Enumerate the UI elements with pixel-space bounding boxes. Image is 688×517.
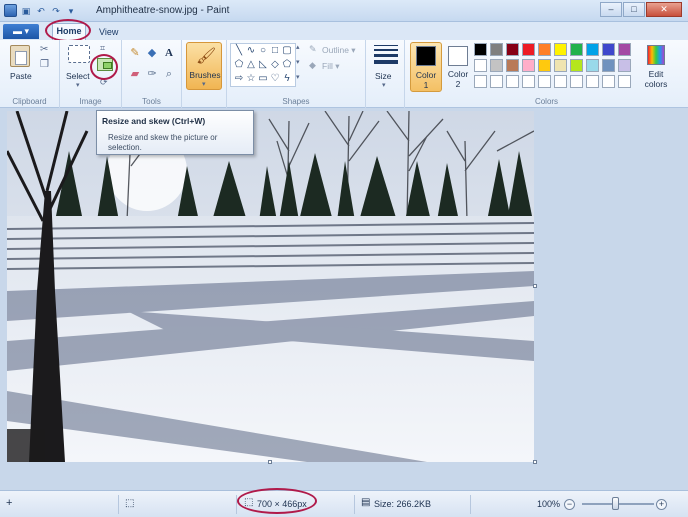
window-controls: – □ ✕ [600, 2, 682, 17]
paint-app-icon[interactable] [4, 4, 17, 17]
zoom-level: 100% [537, 499, 561, 509]
size-dropdown-icon: ▾ [382, 82, 386, 89]
zoom-out-button[interactable]: − [564, 499, 575, 510]
brushes-button[interactable]: 🖌 Brushes ▾ [186, 42, 222, 90]
clipboard-group: Paste ✂ ❐ Clipboard [0, 40, 60, 108]
brush-icon: 🖌 [196, 48, 217, 65]
tooltip-description: Resize and skew the picture or selection… [102, 133, 248, 153]
zoom-in-button[interactable]: + [656, 499, 667, 510]
text-icon[interactable]: A [162, 46, 176, 60]
size-lines-icon [374, 45, 398, 64]
select-button-label[interactable]: Select [66, 71, 90, 81]
tooltip-title: Resize and skew (Ctrl+W) [102, 116, 206, 126]
shapes-group-label: Shapes [282, 97, 310, 106]
undo-icon[interactable]: ↶ [35, 5, 47, 17]
tools-group-label: Tools [142, 97, 161, 106]
status-separator [354, 495, 355, 514]
resize-skew-tooltip: Resize and skew (Ctrl+W) Resize and skew… [96, 110, 254, 155]
image-group-label: Image [79, 97, 102, 106]
redo-icon[interactable]: ↷ [50, 5, 62, 17]
window-title: Amphitheatre-snow.jpg - Paint [96, 5, 230, 16]
customize-quick-access-icon[interactable]: ▾ [65, 5, 77, 17]
copy-icon[interactable]: ❐ [40, 59, 49, 70]
pencil-icon[interactable]: ✎ [128, 46, 142, 60]
ribbon: Paste ✂ ❐ Clipboard Select ▾ ⌗ ⟳ Image ✎… [0, 40, 688, 108]
tab-view[interactable]: View [99, 27, 118, 37]
clipboard-group-label: Clipboard [12, 97, 47, 106]
file-size-icon: ▤ [361, 497, 371, 508]
paste-icon[interactable] [10, 45, 30, 67]
close-button[interactable]: ✕ [646, 2, 682, 17]
fill-bucket-icon[interactable]: ◆ [145, 46, 159, 60]
minimize-button[interactable]: – [600, 2, 622, 17]
brushes-dropdown-icon: ▾ [202, 81, 206, 88]
crop-icon[interactable]: ⌗ [100, 43, 105, 54]
file-menu-button[interactable]: ▬ ▾ [3, 24, 39, 39]
brushes-button-label: Brushes [189, 70, 221, 80]
quick-access-toolbar: ▣ ↶ ↷ ▾ [4, 4, 77, 17]
resize-handle-corner[interactable] [533, 460, 537, 464]
home-tab-highlight [45, 19, 91, 42]
resize-handle-bottom[interactable] [268, 460, 272, 464]
maximize-button[interactable]: □ [623, 2, 645, 17]
zoom-slider-thumb[interactable] [612, 497, 619, 510]
cut-icon[interactable]: ✂ [40, 44, 48, 55]
status-separator [118, 495, 119, 514]
magnifier-icon[interactable]: ⌕ [162, 67, 176, 81]
tooltip-desc-line2: selection. [108, 143, 142, 152]
tools-group: ✎ ◆ A ▰ ✑ ⌕ Tools [122, 40, 182, 108]
select-dropdown-icon[interactable]: ▾ [76, 81, 80, 89]
tooltip-desc-line1: Resize and skew the picture or [108, 133, 218, 142]
colors-group: Colors [404, 40, 688, 108]
resize-handle-right[interactable] [533, 284, 537, 288]
title-bar: ▣ ↶ ↷ ▾ Amphitheatre-snow.jpg - Paint – … [0, 0, 688, 22]
save-icon[interactable]: ▣ [20, 5, 32, 17]
add-icon[interactable]: + [6, 497, 12, 509]
status-bar: + ⬚ ⬚ 700 × 466px ▤ Size: 266.2KB 100% −… [0, 490, 688, 517]
paste-button-label[interactable]: Paste [10, 71, 32, 81]
size-button-label: Size [375, 71, 392, 81]
canvas-workspace[interactable] [0, 108, 688, 490]
select-icon[interactable] [68, 45, 90, 63]
size-button[interactable]: Size ▾ [372, 43, 400, 91]
file-size: Size: 266.2KB [374, 499, 432, 509]
color-picker-icon[interactable]: ✑ [145, 67, 159, 81]
resize-button-highlight [90, 54, 118, 80]
selection-size-icon: ⬚ [125, 498, 135, 509]
eraser-icon[interactable]: ▰ [128, 67, 142, 81]
amphitheatre-snow-photo [7, 111, 534, 462]
ribbon-tabs: ▬ ▾ Home View [0, 22, 688, 40]
shapes-group: Shapes [226, 40, 366, 108]
dimensions-highlight [237, 488, 317, 514]
canvas-image[interactable] [7, 111, 534, 462]
colors-group-label: Colors [534, 97, 559, 106]
status-separator [470, 495, 471, 514]
